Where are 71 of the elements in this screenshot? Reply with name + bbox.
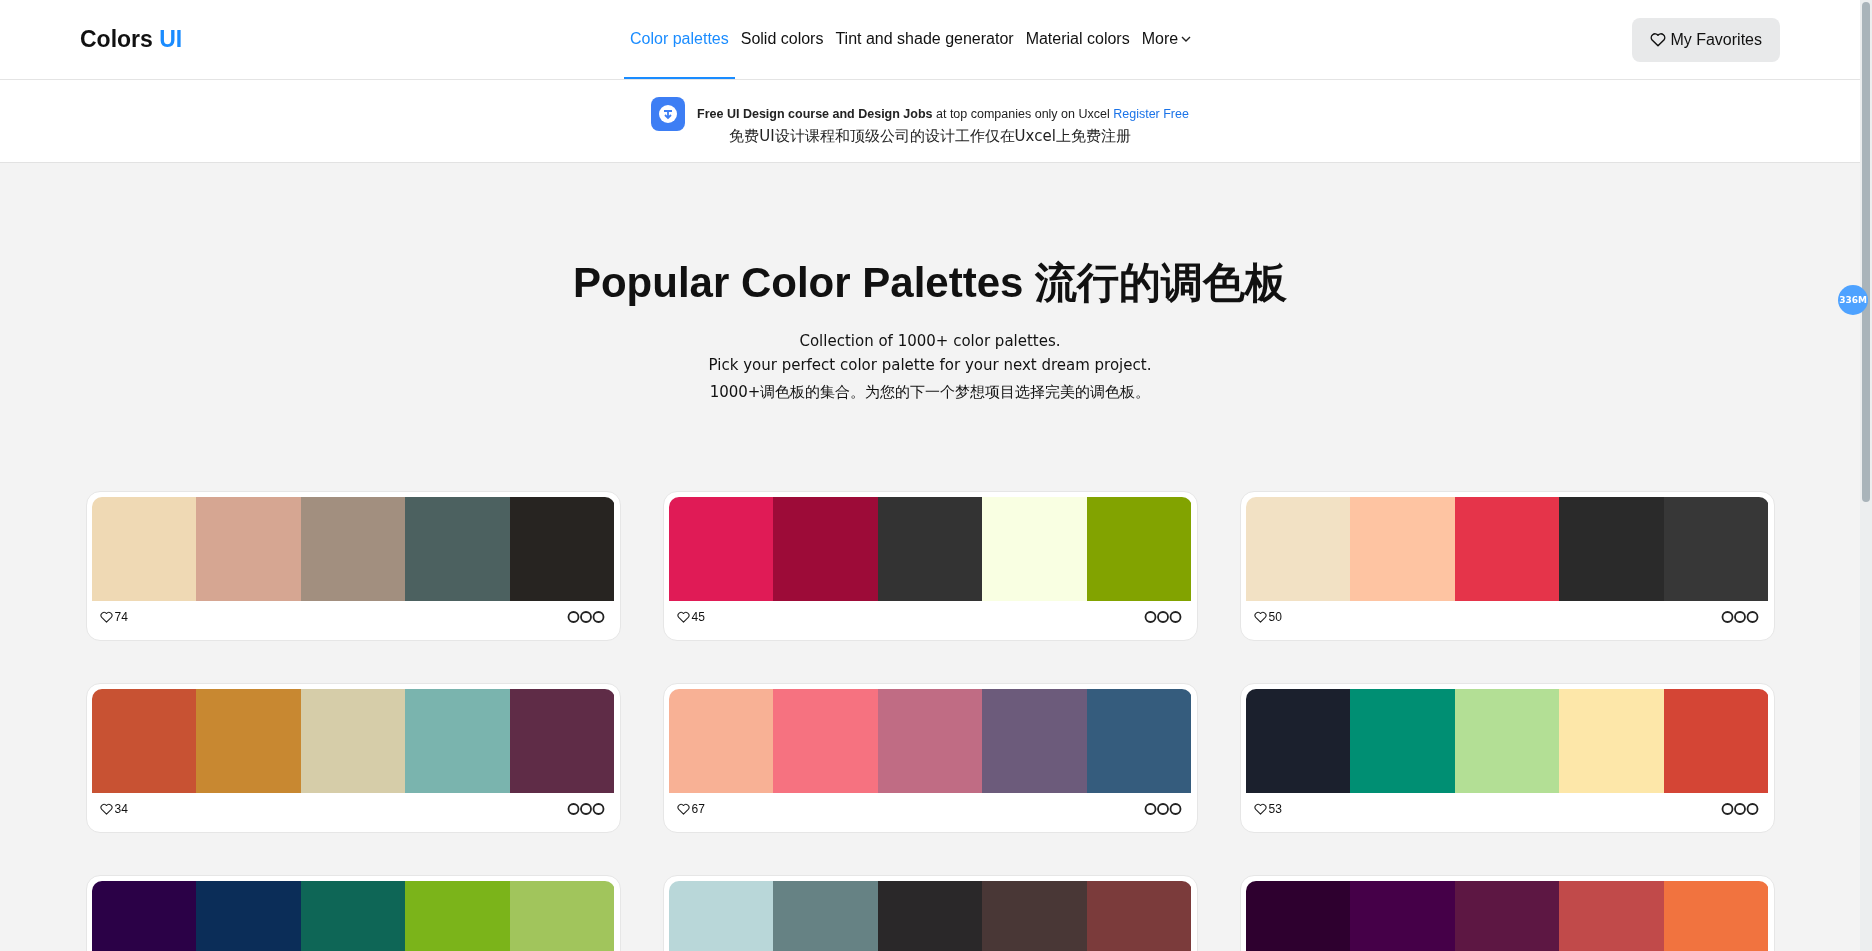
nav-tab[interactable]: Tint and shade generator (829, 0, 1020, 79)
like-button[interactable]: 67 (676, 802, 705, 816)
palette-card[interactable]: 34 (85, 683, 621, 833)
subtitle: Pick your perfect color palette for your next dream project. (707, 355, 1153, 376)
color-swatch[interactable] (982, 689, 1087, 793)
favorites-button[interactable]: My Favorites (1632, 17, 1780, 62)
subtitle-translation: 1000+调色板的集合。为您的下一个梦想项目选择完美的调色板。 (708, 383, 1152, 402)
like-button[interactable]: 74 (99, 610, 128, 624)
color-swatch[interactable] (405, 497, 510, 601)
banner-translation: 免费UI设计课程和顶级公司的设计工作仅在Uxcel上免费注册 (729, 126, 1131, 146)
color-swatch[interactable] (1559, 497, 1664, 601)
heart-icon (1253, 803, 1267, 815)
more-options-icon[interactable] (1720, 610, 1759, 624)
more-options-icon[interactable] (566, 802, 605, 816)
like-button[interactable]: 50 (1253, 610, 1282, 624)
like-button[interactable]: 34 (99, 802, 128, 816)
color-swatch[interactable] (196, 689, 301, 793)
color-swatch[interactable] (668, 497, 774, 601)
color-swatch[interactable] (1454, 497, 1560, 601)
color-swatch[interactable] (405, 689, 510, 793)
heart-icon (99, 611, 113, 623)
color-swatch[interactable] (1086, 497, 1192, 601)
color-swatch[interactable] (1245, 497, 1351, 601)
color-swatch[interactable] (509, 689, 615, 793)
palette-card[interactable]: 74 (85, 491, 621, 641)
palette-card[interactable]: 53 (1239, 683, 1775, 833)
logo[interactable]: Colors UI (80, 26, 183, 53)
color-swatch[interactable] (1086, 689, 1192, 793)
subtitle: Collection of 1000+ color palettes. (798, 331, 1062, 352)
banner-text: Free UI Design course and Design Jobs at top companies only on Uxcel Register Free (697, 106, 1189, 121)
color-swatch[interactable] (877, 689, 983, 793)
color-swatch[interactable] (1454, 689, 1560, 793)
heart-icon (99, 803, 113, 815)
heart-icon (1650, 32, 1667, 47)
color-swatch[interactable] (1350, 689, 1455, 793)
more-options-icon[interactable] (566, 610, 605, 624)
heart-icon (1253, 611, 1267, 623)
color-swatch[interactable] (773, 689, 878, 793)
color-swatch[interactable] (877, 497, 983, 601)
like-button[interactable]: 53 (1253, 802, 1282, 816)
color-swatch[interactable] (1663, 497, 1769, 601)
heart-icon (676, 611, 690, 623)
color-swatch[interactable] (300, 497, 406, 601)
nav-tab[interactable]: Solid colors (734, 0, 830, 79)
like-button[interactable]: 45 (676, 610, 705, 624)
palette-card[interactable]: 45 (662, 491, 1198, 641)
palette-card[interactable]: 50 (1239, 491, 1775, 641)
more-options-icon[interactable] (1720, 802, 1759, 816)
chevron-down-icon (1181, 35, 1192, 42)
color-swatch[interactable] (1245, 689, 1351, 793)
color-swatch[interactable] (91, 497, 197, 601)
color-swatch[interactable] (1559, 689, 1664, 793)
nav-tab[interactable]: Material colors (1019, 0, 1136, 79)
color-swatch[interactable] (1350, 497, 1455, 601)
more-options-icon[interactable] (1143, 610, 1182, 624)
nav-tab[interactable]: More (1135, 0, 1198, 79)
color-swatch[interactable] (668, 689, 774, 793)
app-logo-icon (651, 96, 686, 131)
color-swatch[interactable] (1663, 689, 1769, 793)
color-swatch[interactable] (91, 689, 197, 793)
color-swatch[interactable] (773, 497, 878, 601)
heart-icon (676, 803, 690, 815)
palette-card[interactable]: 67 (662, 683, 1198, 833)
register-link[interactable]: Register Free (1113, 106, 1189, 121)
color-swatch[interactable] (300, 689, 406, 793)
memory-badge: 336M (1838, 285, 1868, 315)
color-swatch[interactable] (509, 497, 615, 601)
page-title: Popular Color Palettes 流行的调色板 (572, 258, 1288, 308)
color-swatch[interactable] (982, 497, 1087, 601)
more-options-icon[interactable] (1143, 802, 1182, 816)
color-swatch[interactable] (196, 497, 301, 601)
